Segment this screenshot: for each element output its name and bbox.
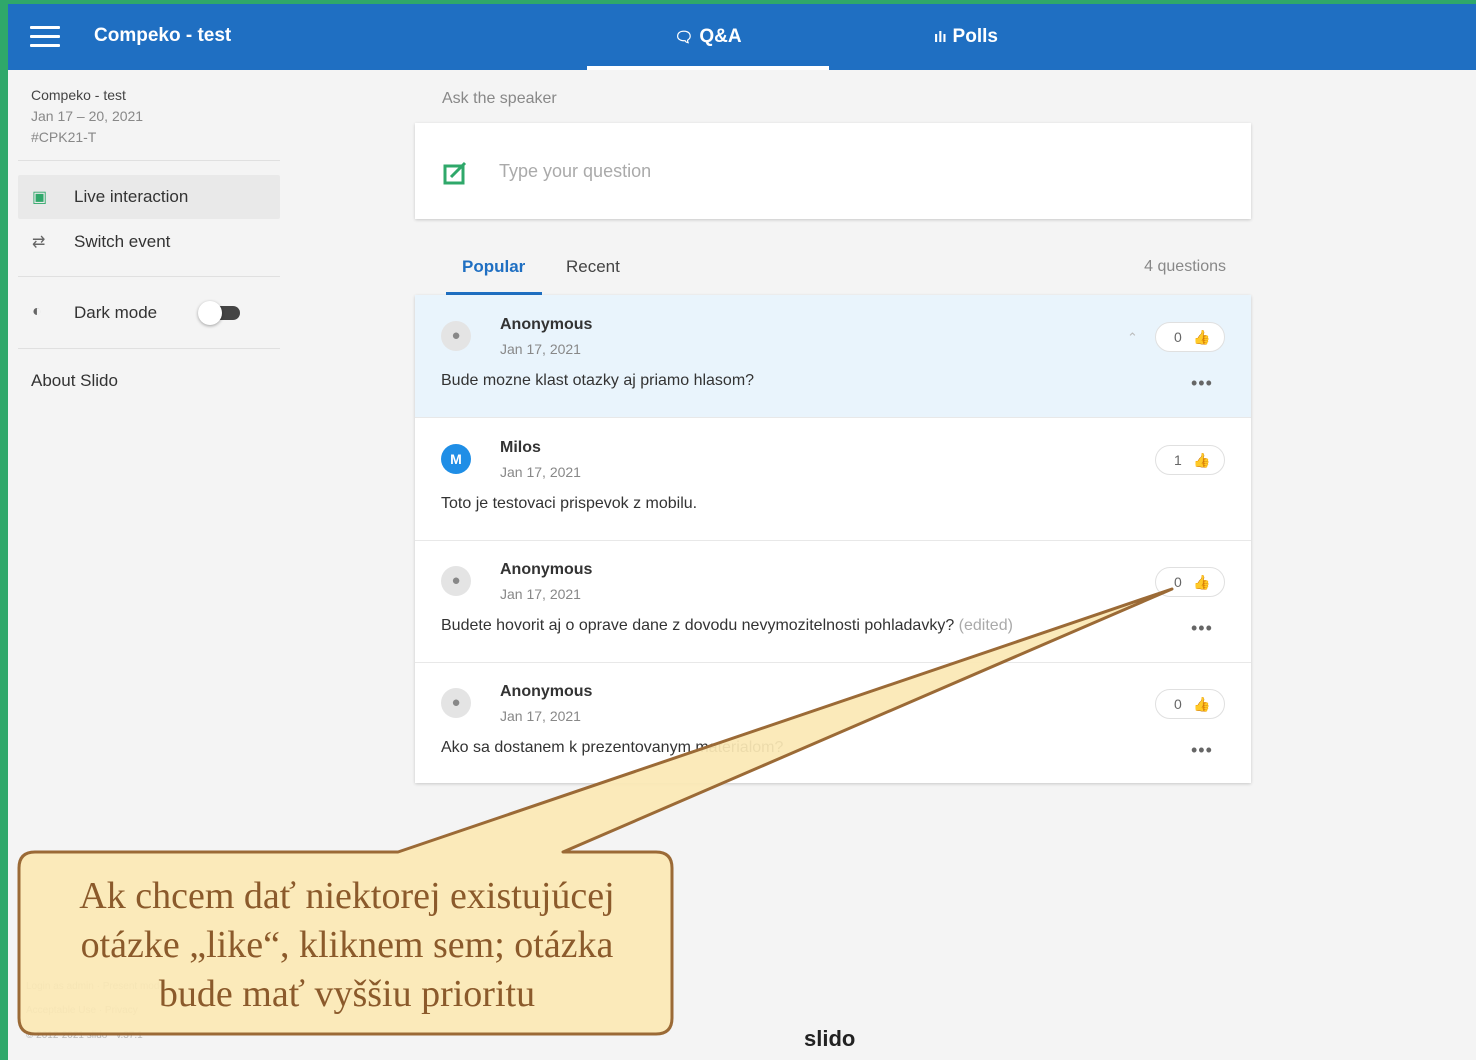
like-button[interactable]: 0 👍 [1155, 322, 1225, 352]
divider [18, 160, 280, 161]
menu-icon[interactable] [30, 26, 60, 48]
user-icon: ● [441, 688, 471, 718]
tab-recent[interactable]: Recent [566, 257, 620, 277]
app-title: Compeko - test [94, 25, 232, 46]
tab-polls[interactable]: ılı Polls [846, 4, 1086, 70]
tab-qa[interactable]: 🗨 Q&A [587, 4, 829, 70]
callout-text: Ak chcem dať niektorej existujúcej otázk… [26, 872, 668, 1019]
thumbs-up-icon: 👍 [1193, 452, 1211, 468]
footer-copyright: © 2012-2021 slido - v.37.1 [26, 1030, 143, 1041]
question-author: Milos [500, 439, 541, 456]
question-card: ● Anonymous Jan 17, 2021 Bude mozne klas… [415, 295, 1251, 418]
question-text: Toto je testovaci prispevok z mobilu. [441, 495, 698, 512]
compose-icon [443, 161, 467, 185]
ask-label: Ask the speaker [442, 90, 557, 107]
callout-line: otázke „like“, kliknem sem; otázka [80, 924, 614, 966]
event-code: #CPK21-T [31, 129, 97, 145]
tab-qa-label: Q&A [699, 26, 742, 47]
question-date: Jan 17, 2021 [500, 341, 581, 357]
question-text: Budete hovorit aj o oprave dane z dovodu… [441, 617, 955, 634]
question-author: Anonymous [500, 561, 593, 578]
question-card: ● Anonymous Jan 17, 2021 Budete hovorit … [415, 540, 1251, 663]
sidebar-item-live-interaction[interactable]: ▣ Live interaction [18, 175, 280, 219]
chat-icon: 🗨 [674, 29, 694, 46]
question-card: M Milos Jan 17, 2021 Toto je testovaci p… [415, 418, 1251, 541]
question-text-row: Budete hovorit aj o oprave dane z dovodu… [441, 617, 1013, 635]
question-date: Jan 17, 2021 [500, 586, 581, 602]
top-bar: Compeko - test 🗨 Q&A ılı Polls [8, 4, 1476, 70]
like-button[interactable]: 0 👍 [1155, 567, 1225, 597]
question-text: Ako sa dostanem k prezentovanym material… [441, 739, 784, 756]
about-slido-link[interactable]: About Slido [31, 371, 118, 391]
like-button[interactable]: 1 👍 [1155, 445, 1225, 475]
more-options-button[interactable]: ••• [1191, 740, 1213, 761]
dark-mode-label: Dark mode [74, 303, 158, 322]
dark-mode-toggle[interactable] [198, 301, 246, 325]
question-date: Jan 17, 2021 [500, 708, 581, 724]
question-date: Jan 17, 2021 [500, 464, 581, 480]
like-count: 1 [1174, 452, 1182, 468]
like-button[interactable]: 0 👍 [1155, 689, 1225, 719]
thumbs-up-icon: 👍 [1193, 574, 1211, 590]
sidebar-item-switch-event[interactable]: ⇄ Switch event [18, 220, 280, 264]
more-options-button[interactable]: ••• [1191, 373, 1213, 394]
avatar: M [441, 444, 471, 474]
question-author: Anonymous [500, 683, 593, 700]
edited-label: (edited) [958, 617, 1013, 634]
divider [18, 348, 280, 349]
callout-line: bude mať vyššiu prioritu [158, 973, 536, 1015]
event-dates: Jan 17 – 20, 2021 [31, 108, 144, 124]
more-options-button[interactable]: ••• [1191, 618, 1213, 639]
question-count: 4 questions [1144, 258, 1226, 275]
user-icon: ● [441, 321, 471, 351]
like-count: 0 [1174, 574, 1182, 590]
pin-icon[interactable]: ⌃ [1127, 330, 1138, 346]
slido-logo: slido [804, 1026, 856, 1051]
sidebar-item-label: Switch event [74, 232, 171, 251]
question-list: ● Anonymous Jan 17, 2021 Bude mozne klas… [415, 295, 1251, 783]
question-author: Anonymous [500, 316, 593, 333]
thumbs-up-icon: 👍 [1193, 329, 1211, 345]
event-name: Compeko - test [31, 87, 126, 103]
like-count: 0 [1174, 696, 1182, 712]
switch-icon: ⇄ [32, 234, 46, 251]
question-card: ● Anonymous Jan 17, 2021 Ako sa dostanem… [415, 662, 1251, 784]
dark-mode-icon: ◐ [32, 303, 42, 320]
like-count: 0 [1174, 329, 1182, 345]
bar-chart-icon: ılı [934, 29, 947, 46]
live-interaction-icon: ▣ [32, 189, 48, 206]
divider [18, 276, 280, 277]
tab-polls-label: Polls [952, 26, 998, 47]
question-placeholder: Type your question [499, 161, 652, 181]
thumbs-up-icon: 👍 [1193, 696, 1211, 712]
tab-popular[interactable]: Popular [462, 257, 525, 277]
question-input[interactable]: Type your question [415, 123, 1251, 219]
sidebar-item-label: Live interaction [74, 187, 189, 206]
user-icon: ● [441, 566, 471, 596]
question-text: Bude mozne klast otazky aj priamo hlasom… [441, 372, 755, 389]
callout-line: Ak chcem dať niektorej existujúcej [79, 875, 615, 917]
